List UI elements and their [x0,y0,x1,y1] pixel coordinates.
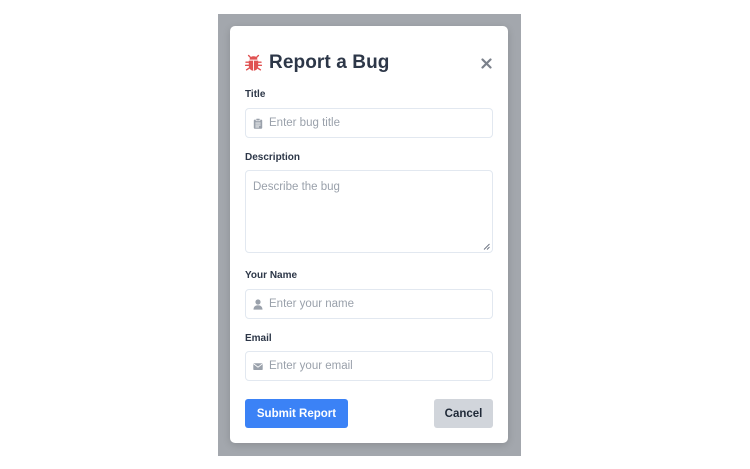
envelope-icon [253,362,263,370]
user-icon [253,298,263,310]
email-field[interactable] [245,351,493,381]
description-label: Description [245,152,301,163]
description-textarea[interactable] [246,171,492,252]
clipboard-icon [253,117,263,129]
title-field[interactable] [245,108,493,138]
close-icon [480,57,492,69]
modal-title: Report a Bug [269,52,390,73]
modal-header: Report a Bug [245,50,493,76]
title-input[interactable] [269,109,492,137]
cancel-button[interactable]: Cancel [434,399,493,428]
email-input[interactable] [269,352,492,380]
name-field[interactable] [245,289,493,319]
resize-handle-icon[interactable] [483,243,490,250]
submit-report-button[interactable]: Submit Report [245,399,348,428]
title-label: Title [245,89,266,100]
bug-icon [245,54,262,71]
report-bug-modal: Report a Bug Title Description Your Name [230,26,508,443]
name-label: Your Name [245,270,298,281]
title-group: Report a Bug [245,52,389,74]
close-button[interactable] [479,56,493,70]
description-field[interactable] [245,170,493,253]
name-input[interactable] [269,290,492,318]
email-label: Email [245,333,272,344]
